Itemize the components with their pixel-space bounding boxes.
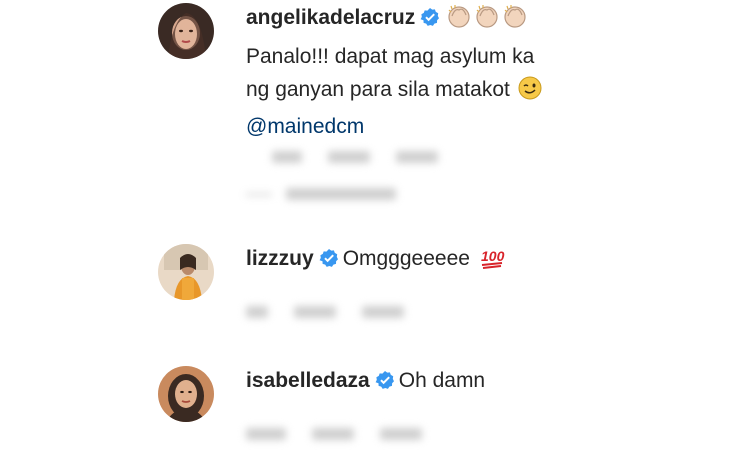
comment-text: Panalo!!! dapat mag asylum ka <box>246 42 646 71</box>
mention-link[interactable]: @mainedcm <box>246 115 364 138</box>
svg-text:100: 100 <box>481 248 505 264</box>
avatar[interactable] <box>158 3 214 59</box>
verified-badge-icon <box>375 369 395 398</box>
view-replies-label <box>286 188 396 200</box>
comment-mention-line: @mainedcm <box>246 112 646 141</box>
username[interactable]: lizzzuy <box>246 247 314 270</box>
comment-meta: ​ <box>246 148 464 166</box>
username[interactable]: angelikadelacruz <box>246 6 415 29</box>
verified-badge-icon <box>319 247 339 276</box>
comment-meta <box>246 428 448 440</box>
winking-face-icon <box>518 76 542 108</box>
avatar[interactable] <box>158 244 214 300</box>
comment-text-line: Panalo!!! dapat mag asylum ka <box>246 45 535 68</box>
verified-badge-icon <box>420 6 440 35</box>
clapping-hands-icon <box>502 4 528 36</box>
hundred-points-icon: 100 <box>480 245 506 277</box>
comment-text-line: ng ganyan para sila matakot <box>246 78 510 101</box>
comment-line-1: lizzzuy Omgggeeeee 100 <box>246 244 646 277</box>
comment-text: ng ganyan para sila matakot <box>246 75 646 108</box>
clapping-hands-icon <box>446 4 472 36</box>
comment-text: Omgggeeeee <box>342 247 470 270</box>
comment-text: Oh damn <box>398 369 486 392</box>
avatar[interactable] <box>158 366 214 422</box>
comment-line-1: isabelledaza Oh damn <box>246 366 646 398</box>
comment-line-1: angelikadelacruz <box>246 3 646 36</box>
username[interactable]: isabelledaza <box>246 369 370 392</box>
clapping-hands-icon <box>474 4 500 36</box>
view-replies-button[interactable] <box>246 188 396 200</box>
comment-meta <box>246 306 430 318</box>
